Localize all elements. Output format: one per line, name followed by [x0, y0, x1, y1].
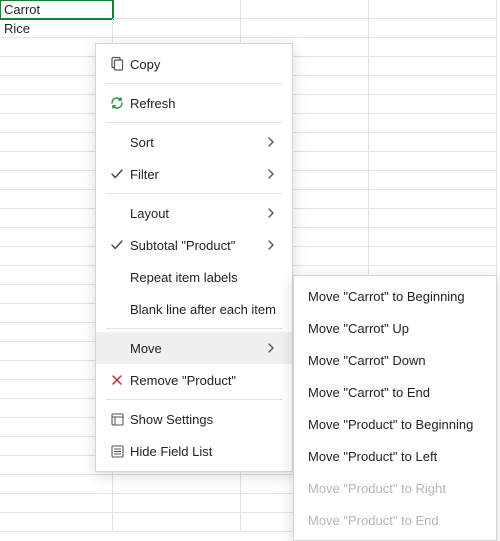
- submenu-move-down[interactable]: Move "Carrot" Down: [294, 344, 496, 376]
- menu-label: Layout: [128, 206, 266, 221]
- context-menu: Copy Refresh Sort Filter Layout: [95, 43, 293, 472]
- submenu-move-product-left[interactable]: Move "Product" to Left: [294, 440, 496, 472]
- refresh-icon: [106, 95, 128, 111]
- settings-icon: [106, 412, 128, 427]
- menu-label: Copy: [128, 57, 282, 72]
- remove-icon: [106, 373, 128, 387]
- submenu-move-product-beginning[interactable]: Move "Product" to Beginning: [294, 408, 496, 440]
- chevron-right-icon: [266, 137, 282, 147]
- menu-label: Sort: [128, 135, 266, 150]
- chevron-right-icon: [266, 343, 282, 353]
- chevron-right-icon: [266, 208, 282, 218]
- checkmark-icon: [106, 167, 128, 181]
- copy-icon: [106, 56, 128, 72]
- menu-layout[interactable]: Layout: [96, 197, 292, 229]
- menu-move[interactable]: Move: [96, 332, 292, 364]
- submenu-move-to-beginning[interactable]: Move "Carrot" to Beginning: [294, 280, 496, 312]
- menu-copy[interactable]: Copy: [96, 48, 292, 80]
- menu-separator: [106, 83, 282, 84]
- submenu-move-product-right: Move "Product" to Right: [294, 472, 496, 504]
- menu-filter[interactable]: Filter: [96, 158, 292, 190]
- menu-repeat-item-labels[interactable]: Repeat item labels: [96, 261, 292, 293]
- menu-label: Refresh: [128, 96, 282, 111]
- submenu-move-to-end[interactable]: Move "Carrot" to End: [294, 376, 496, 408]
- menu-separator: [106, 328, 282, 329]
- submenu-move-up[interactable]: Move "Carrot" Up: [294, 312, 496, 344]
- menu-label: Blank line after each item: [128, 302, 282, 317]
- menu-label: Filter: [128, 167, 266, 182]
- menu-label: Move: [128, 341, 266, 356]
- menu-label: Show Settings: [128, 412, 282, 427]
- menu-label: Remove "Product": [128, 373, 282, 388]
- menu-separator: [106, 399, 282, 400]
- menu-label: Hide Field List: [128, 444, 282, 459]
- menu-label: Subtotal "Product": [128, 238, 266, 253]
- checkmark-icon: [106, 238, 128, 252]
- chevron-right-icon: [266, 240, 282, 250]
- chevron-right-icon: [266, 169, 282, 179]
- menu-show-settings[interactable]: Show Settings: [96, 403, 292, 435]
- submenu-move-product-end: Move "Product" to End: [294, 504, 496, 536]
- menu-hide-field-list[interactable]: Hide Field List: [96, 435, 292, 467]
- menu-sort[interactable]: Sort: [96, 126, 292, 158]
- cell-a2[interactable]: Rice: [0, 19, 113, 38]
- menu-label: Repeat item labels: [128, 270, 282, 285]
- menu-subtotal[interactable]: Subtotal "Product": [96, 229, 292, 261]
- menu-separator: [106, 122, 282, 123]
- menu-separator: [106, 193, 282, 194]
- menu-blank-line[interactable]: Blank line after each item: [96, 293, 292, 325]
- menu-remove[interactable]: Remove "Product": [96, 364, 292, 396]
- menu-refresh[interactable]: Refresh: [96, 87, 292, 119]
- cell-a1[interactable]: Carrot: [0, 0, 113, 19]
- move-submenu: Move "Carrot" to Beginning Move "Carrot"…: [293, 275, 497, 541]
- field-list-icon: [106, 444, 128, 459]
